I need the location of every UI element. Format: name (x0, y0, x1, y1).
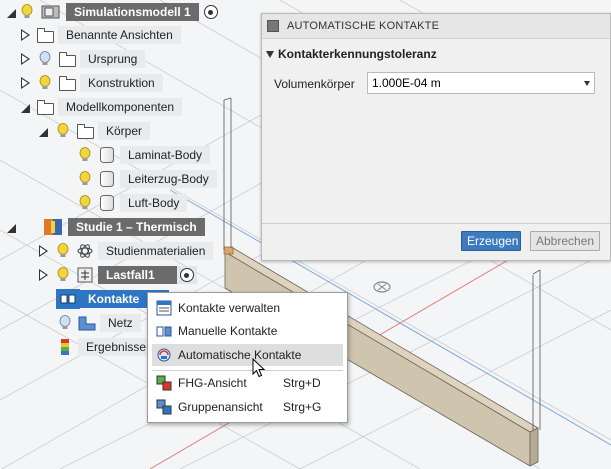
expand-triangle[interactable] (18, 75, 32, 91)
tree-label[interactable]: Modellkomponenten (58, 98, 183, 116)
tree-label[interactable]: Ergebnisse (78, 338, 155, 356)
lightbulb-icon[interactable] (76, 194, 94, 212)
chevron-down-icon[interactable] (584, 81, 590, 86)
dialog-title: AUTOMATISCHE KONTAKTE (287, 20, 440, 32)
tree-node-results[interactable]: Ergebnisse (56, 337, 155, 357)
lightbulb-off-icon[interactable] (36, 50, 54, 68)
activate-radio-icon[interactable] (179, 268, 194, 282)
solid-tolerance-label: Volumenkörper (274, 77, 355, 91)
mesh-icon (78, 314, 96, 332)
solid-tolerance-select[interactable]: 1.000E-04 m (367, 72, 595, 94)
model-icon (40, 3, 62, 21)
results-icon (56, 338, 74, 356)
tree-node-construction[interactable]: Konstruktion (18, 73, 163, 93)
tree-label[interactable]: Simulationsmodell 1 (66, 3, 199, 21)
tree-label[interactable]: Studie 1 – Thermisch (68, 218, 205, 236)
lightbulb-icon[interactable] (54, 242, 72, 260)
group-view-icon (156, 399, 172, 415)
menu-item-label: Manuelle Kontakte (178, 324, 278, 338)
create-button[interactable]: Erzeugen (461, 231, 521, 251)
tree-node-components[interactable]: Modellkomponenten (18, 97, 183, 117)
menu-item-group-view[interactable]: Gruppenansicht Strg+G (152, 396, 343, 418)
loadcase-icon (76, 266, 94, 284)
tree-node-body-trace[interactable]: Leiterzug-Body (76, 169, 217, 189)
atom-icon (76, 242, 94, 260)
trace-body[interactable] (223, 246, 234, 255)
menu-item-manage-contacts[interactable]: Kontakte verwalten (152, 297, 343, 319)
automatic-contacts-icon (156, 347, 172, 363)
tree-node-body-air[interactable]: Luft-Body (76, 193, 188, 213)
dialog-footer: Erzeugen Abbrechen (262, 223, 610, 260)
menu-item-dof-view[interactable]: FHG-Ansicht Strg+D (152, 372, 343, 394)
tree-node-study[interactable]: Studie 1 – Thermisch (4, 217, 205, 237)
body-icon (98, 194, 116, 212)
tree-label[interactable]: Lastfall1 (98, 266, 177, 284)
menu-item-label: Kontakte verwalten (178, 301, 281, 315)
tree-label[interactable]: Luft-Body (120, 194, 188, 212)
tree-node-loadcase[interactable]: Lastfall1 (36, 265, 197, 285)
tree-node-materials[interactable]: Studienmaterialien (36, 241, 214, 261)
tree-node-body-laminate[interactable]: Laminat-Body (76, 145, 211, 165)
contacts-icon (56, 289, 80, 309)
folder-icon (76, 122, 94, 140)
tree-node-named-views[interactable]: Benannte Ansichten (18, 25, 181, 45)
dof-view-icon (156, 375, 172, 391)
menu-item-label: Gruppenansicht (178, 400, 263, 414)
folder-icon (58, 50, 76, 68)
folder-icon (36, 98, 54, 116)
lightbulb-icon[interactable] (18, 3, 36, 21)
tree-label[interactable]: Konstruktion (80, 74, 163, 92)
manage-contacts-icon (156, 300, 172, 316)
tree-label[interactable]: Netz (100, 314, 141, 332)
tree-node-mesh[interactable]: Netz (56, 313, 141, 333)
collapse-dialog-icon[interactable] (267, 20, 279, 32)
tree-node-bodies[interactable]: Körper (36, 121, 151, 141)
tree-label[interactable]: Studienmaterialien (98, 242, 214, 260)
dialog-header[interactable]: AUTOMATISCHE KONTAKTE (262, 14, 610, 39)
shortcut-label: Strg+G (283, 400, 322, 414)
lightbulb-icon[interactable] (76, 146, 94, 164)
shortcut-label: Strg+D (283, 376, 321, 390)
collapse-triangle[interactable] (4, 219, 18, 235)
tree-label[interactable]: Benannte Ansichten (58, 26, 181, 44)
menu-item-automatic-contacts[interactable]: Automatische Kontakte (152, 344, 343, 366)
tree-node-root[interactable]: Simulationsmodell 1 (4, 2, 218, 22)
collapse-triangle[interactable] (4, 4, 18, 20)
lightbulb-icon[interactable] (36, 74, 54, 92)
tolerance-group-header[interactable]: Kontakterkennungstoleranz (266, 47, 437, 61)
collapse-triangle[interactable] (36, 123, 50, 139)
menu-separator (152, 370, 343, 371)
expand-triangle[interactable] (18, 51, 32, 67)
expand-triangle[interactable] (36, 267, 50, 283)
body-icon (98, 170, 116, 188)
menu-item-label: FHG-Ansicht (178, 376, 247, 390)
cancel-button[interactable]: Abbrechen (530, 231, 600, 251)
folder-icon (58, 74, 76, 92)
group-title: Kontakterkennungstoleranz (278, 47, 437, 61)
mouse-cursor-icon (252, 358, 266, 378)
tree-label[interactable]: Ursprung (80, 50, 146, 68)
thermal-study-icon (42, 218, 64, 236)
tree-label[interactable]: Körper (98, 122, 151, 140)
contacts-context-menu: Kontakte verwalten Manuelle Kontakte Aut… (147, 292, 348, 423)
collapse-triangle[interactable] (18, 99, 32, 115)
expand-triangle[interactable] (18, 27, 32, 43)
folder-icon (36, 26, 54, 44)
tree-label[interactable]: Laminat-Body (120, 146, 211, 164)
caret-down-icon[interactable] (266, 50, 274, 58)
manual-contacts-icon (156, 323, 172, 339)
menu-item-manual-contacts[interactable]: Manuelle Kontakte (152, 320, 343, 342)
activate-radio-icon[interactable] (203, 5, 218, 19)
lightbulb-icon[interactable] (54, 122, 72, 140)
solid-tolerance-value: 1.000E-04 m (372, 76, 441, 90)
lightbulb-off-icon[interactable] (56, 314, 74, 332)
tree-node-origin[interactable]: Ursprung (18, 49, 146, 69)
tree-label[interactable]: Leiterzug-Body (120, 170, 217, 188)
origin-marker[interactable] (373, 281, 391, 293)
lightbulb-icon[interactable] (54, 266, 72, 284)
automatic-contacts-dialog: AUTOMATISCHE KONTAKTE Kontakterkennungst… (261, 13, 611, 261)
lightbulb-icon[interactable] (76, 170, 94, 188)
expand-triangle[interactable] (36, 243, 50, 259)
body-icon (98, 146, 116, 164)
